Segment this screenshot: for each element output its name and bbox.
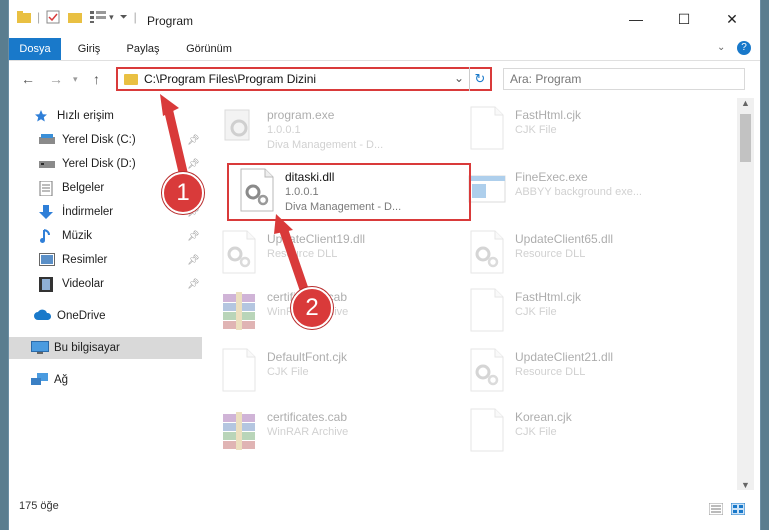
arrow-two-head — [274, 214, 293, 234]
arrow-one — [163, 103, 188, 177]
annotation-arrows — [160, 94, 310, 297]
callout-one: 1 — [162, 172, 204, 214]
arrow-one-head — [160, 94, 179, 116]
arrow-two — [278, 223, 310, 297]
callout-two: 2 — [291, 287, 333, 329]
